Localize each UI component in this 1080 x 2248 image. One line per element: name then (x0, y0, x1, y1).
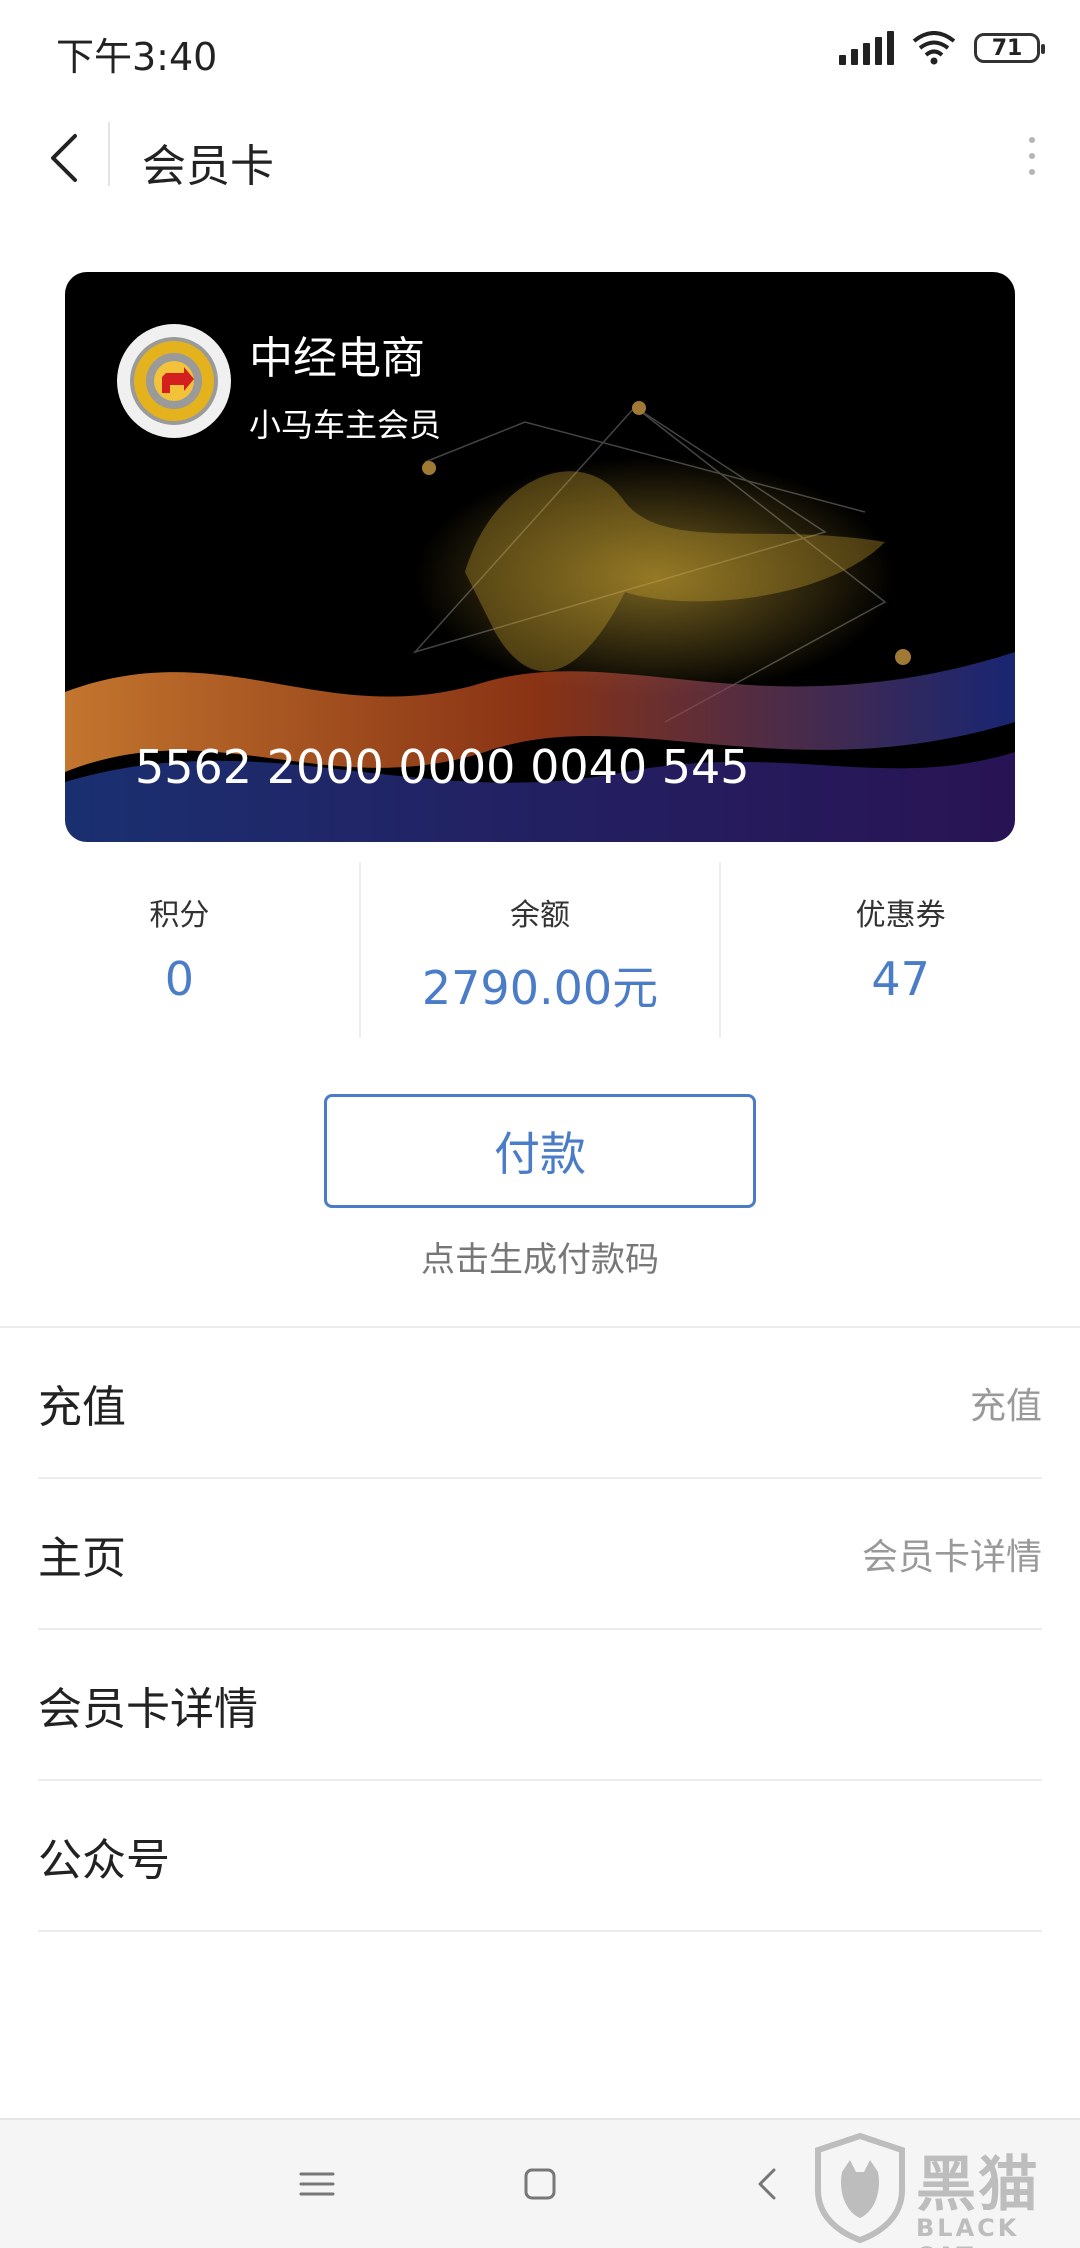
chevron-left-icon (51, 134, 77, 182)
stat-points[interactable]: 积分 0 (0, 862, 359, 1038)
page-title: 会员卡 (142, 141, 274, 192)
status-icons: 71 (839, 26, 1045, 70)
stat-label: 积分 (149, 898, 210, 933)
card-stats: 积分 0 余额 2790.00元 优惠券 47 (0, 862, 1080, 1038)
menu-item-label: 主页 (38, 1532, 126, 1584)
merchant-name: 中经电商 (249, 333, 425, 384)
menu-item-official-account[interactable]: 公众号 (38, 1781, 1042, 1932)
stat-coupons[interactable]: 优惠券 47 (719, 862, 1080, 1038)
menu-item-recharge[interactable]: 充值 充值 (38, 1328, 1042, 1479)
stat-value: 0 (164, 952, 194, 1006)
black-cat-watermark: 黑猫 BLACK CAT (804, 2132, 1080, 2248)
member-card[interactable]: 中经电商 小马车主会员 5562 2000 0000 0040 545 (65, 272, 1015, 842)
menu-item-card-details[interactable]: 会员卡详情 (38, 1630, 1042, 1781)
watermark-text: 黑猫 (916, 2150, 1040, 2220)
battery-icon: 71 (974, 33, 1045, 63)
signal-icon (839, 31, 894, 65)
pay-button[interactable]: 付款 (324, 1094, 756, 1208)
stat-label: 余额 (510, 898, 570, 933)
menu-item-value: 充值 (969, 1385, 1042, 1427)
home-button[interactable] (508, 2152, 572, 2216)
stat-value: 47 (871, 952, 930, 1006)
status-bar: 下午3:40 71 (0, 0, 1080, 100)
system-back-button[interactable] (736, 2152, 800, 2216)
square-icon (524, 2168, 556, 2200)
pay-hint: 点击生成付款码 (421, 1240, 659, 1280)
back-button[interactable] (28, 122, 100, 194)
menu-item-label: 会员卡详情 (38, 1683, 258, 1735)
menu-item-label: 公众号 (38, 1834, 170, 1886)
merchant-logo (117, 324, 231, 438)
stat-balance[interactable]: 余额 2790.00元 (358, 862, 720, 1038)
merchant-logo-icon (130, 337, 218, 425)
menu-item-value: 会员卡详情 (861, 1536, 1042, 1578)
watermark-subtext: BLACK CAT (916, 2214, 1020, 2248)
header-divider (108, 122, 110, 186)
stat-value: 2790.00元 (421, 961, 659, 1015)
menu-item-label: 充值 (38, 1381, 126, 1433)
member-level: 小马车主会员 (249, 406, 442, 444)
menu-lines-icon (299, 2172, 335, 2196)
wifi-icon (912, 31, 956, 65)
menu-item-homepage[interactable]: 主页 会员卡详情 (38, 1479, 1042, 1630)
app-header: 会员卡 (0, 100, 1080, 210)
more-options-button[interactable] (1012, 126, 1052, 186)
black-cat-logo-icon (815, 2132, 905, 2244)
chevron-left-icon (758, 2168, 776, 2200)
recent-apps-button[interactable] (285, 2152, 349, 2216)
card-number: 5562 2000 0000 0040 545 (135, 740, 750, 794)
more-dot-icon (1029, 153, 1035, 159)
status-time: 下午3:40 (56, 35, 218, 79)
menu-list: 充值 充值 主页 会员卡详情 会员卡详情 公众号 (38, 1328, 1042, 1932)
more-dot-icon (1029, 137, 1035, 143)
stat-label: 优惠券 (855, 898, 946, 933)
more-dot-icon (1029, 169, 1035, 175)
